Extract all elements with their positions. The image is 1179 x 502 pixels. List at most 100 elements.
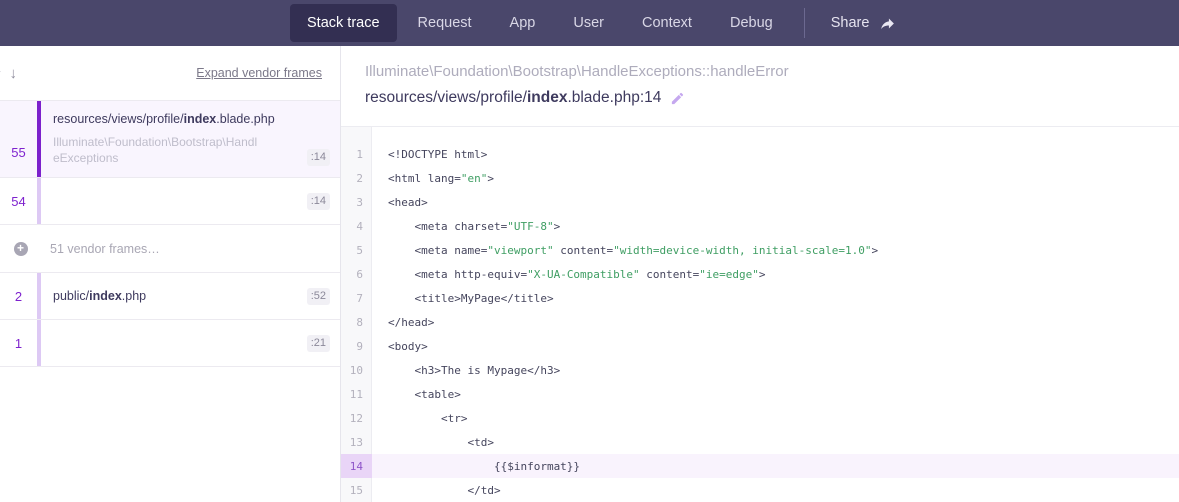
frame-file: public/index.php: [53, 289, 146, 303]
code-line-number: 11: [341, 382, 372, 406]
code-line-content: </head>: [372, 310, 1179, 334]
code-line-content: <meta charset="UTF-8">: [372, 214, 1179, 238]
code-line: 5 <meta name="viewport" content="width=d…: [341, 238, 1179, 262]
nav-tab-stack-trace[interactable]: Stack trace: [290, 4, 397, 42]
nav-tab-debug[interactable]: Debug: [713, 4, 790, 42]
nav-divider: [804, 8, 805, 38]
vendor-frames-label: 51 vendor frames…: [50, 242, 160, 256]
frame-line-badge: :14: [307, 149, 330, 166]
frame-number: 1: [0, 320, 37, 366]
share-label: Share: [831, 15, 870, 31]
frame-body: resources/views/profile/index.blade.php …: [41, 101, 340, 177]
frame-line-badge: :14: [307, 193, 330, 210]
code-line-content: <meta name="viewport" content="width=dev…: [372, 238, 1179, 262]
vendor-frames-row[interactable]: + 51 vendor frames…: [0, 225, 340, 273]
nav-tab-label: App: [510, 15, 536, 31]
code-line-number: 3: [341, 190, 372, 214]
share-button[interactable]: Share: [817, 15, 911, 32]
nav-tab-label: User: [573, 15, 604, 31]
code-line: 4 <meta charset="UTF-8">: [341, 214, 1179, 238]
code-line: 10 <h3>The is Mypage</h3>: [341, 358, 1179, 382]
code-line-content: <head>: [372, 190, 1179, 214]
frame-number: 54: [0, 178, 37, 224]
code-line: 12 <tr>: [341, 406, 1179, 430]
code-line: 3 <head>: [341, 190, 1179, 214]
frame-file-path: resources/views/profile/index.blade.php:…: [365, 89, 1155, 107]
frames-list: 55 resources/views/profile/index.blade.p…: [0, 100, 340, 367]
edit-pencil-icon[interactable]: [670, 91, 685, 106]
file-path-prefix: resources/views/profile/: [365, 89, 527, 106]
frame-number: 2: [0, 273, 37, 319]
sidebar-header: ↑ ↓ Expand vendor frames: [0, 46, 340, 100]
code-line-number: 12: [341, 406, 372, 430]
code-line: 15 </td>: [341, 478, 1179, 502]
code-line: 11 <table>: [341, 382, 1179, 406]
nav-tab-context[interactable]: Context: [625, 4, 709, 42]
code-rows: 1 <!DOCTYPE html> 2 <html lang="en"> 3 <…: [341, 127, 1179, 502]
file-path-suffix: .blade.php:14: [567, 89, 661, 106]
code-line: 2 <html lang="en">: [341, 166, 1179, 190]
frame-body: :21: [41, 320, 340, 366]
nav-tab-label: Stack trace: [307, 15, 380, 31]
code-line: 1 <!DOCTYPE html>: [341, 142, 1179, 166]
frame-nav-arrows: ↑ ↓: [0, 65, 17, 82]
code-panel-header: Illuminate\Foundation\Bootstrap\HandleEx…: [341, 46, 1179, 126]
code-line-number: 15: [341, 478, 372, 502]
code-line-content: <meta http-equiv="X-UA-Compatible" conte…: [372, 262, 1179, 286]
next-frame-arrow-icon[interactable]: ↓: [10, 65, 18, 82]
code-line: 7 <title>MyPage</title>: [341, 286, 1179, 310]
nav-tab-app[interactable]: App: [493, 4, 553, 42]
code-line: 13 <td>: [341, 430, 1179, 454]
code-line-number: 14: [341, 454, 372, 478]
code-line-content: <td>: [372, 430, 1179, 454]
code-line-content: </td>: [372, 478, 1179, 502]
code-line-content: <h3>The is Mypage</h3>: [372, 358, 1179, 382]
code-line-number: 6: [341, 262, 372, 286]
code-line-number: 9: [341, 334, 372, 358]
code-line-number: 10: [341, 358, 372, 382]
code-line: 14 {{$informat}}: [341, 454, 1179, 478]
code-line-content: <table>: [372, 382, 1179, 406]
expand-vendor-frames-link[interactable]: Expand vendor frames: [196, 66, 322, 80]
code-line-content: <body>: [372, 334, 1179, 358]
code-line-content: <tr>: [372, 406, 1179, 430]
expand-plus-icon: +: [14, 242, 28, 256]
code-line-content: <html lang="en">: [372, 166, 1179, 190]
code-line-content: {{$informat}}: [372, 454, 1179, 478]
frame-line-badge: :52: [307, 288, 330, 305]
code-line: 9 <body>: [341, 334, 1179, 358]
share-icon: [879, 15, 896, 32]
code-panel: Illuminate\Foundation\Bootstrap\HandleEx…: [341, 46, 1179, 502]
code-line-number: 13: [341, 430, 372, 454]
frame-body: public/index.php :52: [41, 273, 340, 319]
nav-tab-label: Context: [642, 15, 692, 31]
code-line-number: 5: [341, 238, 372, 262]
code-line-number: 8: [341, 310, 372, 334]
file-path-bold: index: [527, 89, 567, 106]
stack-frame-row[interactable]: 54 :14: [0, 178, 340, 225]
code-line-number: 7: [341, 286, 372, 310]
nav-tab-request[interactable]: Request: [401, 4, 489, 42]
frame-class: Illuminate\Foundation\Bootstrap\HandleEx…: [53, 134, 261, 166]
code-line: 6 <meta http-equiv="X-UA-Compatible" con…: [341, 262, 1179, 286]
code-line-content: <title>MyPage</title>: [372, 286, 1179, 310]
code-line: 8 </head>: [341, 310, 1179, 334]
stack-frame-row[interactable]: 55 resources/views/profile/index.blade.p…: [0, 101, 340, 178]
code-line-number: 1: [341, 142, 372, 166]
stack-frame-row[interactable]: 2 public/index.php :52: [0, 273, 340, 320]
frame-number: 55: [0, 101, 37, 177]
nav-tabs: Stack trace Request App User Context Deb…: [290, 4, 794, 42]
code-line-number: 2: [341, 166, 372, 190]
prev-frame-arrow-icon[interactable]: ↑: [0, 65, 3, 82]
code-line-content: <!DOCTYPE html>: [372, 142, 1179, 166]
frame-file: resources/views/profile/index.blade.php: [53, 112, 330, 126]
stacktrace-sidebar: ↑ ↓ Expand vendor frames 55 resources/vi…: [0, 46, 341, 502]
frame-body: :14: [41, 178, 340, 224]
main-split: ↑ ↓ Expand vendor frames 55 resources/vi…: [0, 46, 1179, 502]
nav-tab-label: Debug: [730, 15, 773, 31]
frame-line-badge: :21: [307, 335, 330, 352]
top-nav: Stack trace Request App User Context Deb…: [0, 0, 1179, 46]
stack-frame-row[interactable]: 1 :21: [0, 320, 340, 367]
frame-method: Illuminate\Foundation\Bootstrap\HandleEx…: [365, 63, 1155, 80]
nav-tab-user[interactable]: User: [556, 4, 621, 42]
